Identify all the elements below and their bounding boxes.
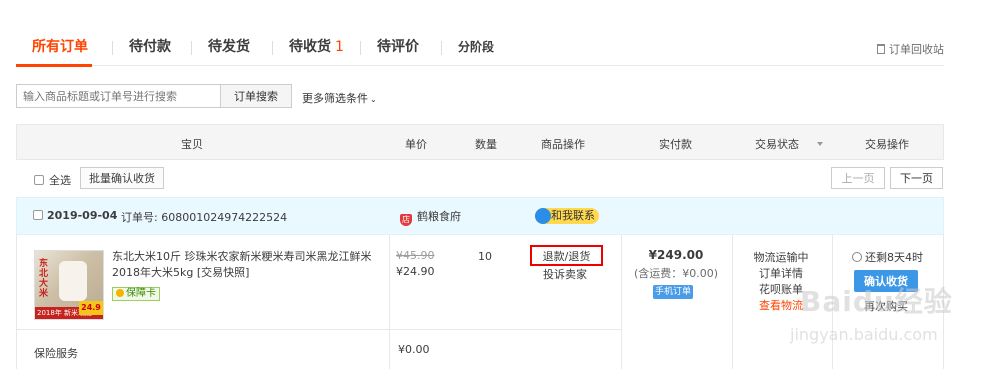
order-tabs: 所有订单 待付款 待发货 待收货 1 待评价 分阶段 — [16, 32, 944, 66]
column-unit-price: 单价 — [405, 138, 427, 151]
prev-page-button[interactable]: 上一页 — [831, 167, 885, 189]
refund-return-link[interactable]: 退款/退货 — [530, 245, 603, 266]
order-checkbox-date[interactable]: 2019-09-04 — [33, 209, 117, 222]
quantity: 10 — [478, 250, 492, 263]
batch-confirm-receipt-button[interactable]: 批量确认收货 — [80, 167, 164, 189]
trash-icon — [877, 44, 885, 54]
tab-separator — [441, 41, 442, 55]
remaining-time-label: 还剩8天4时 — [865, 251, 923, 264]
tab-staged[interactable]: 分阶段 — [458, 38, 494, 55]
order-table-header: 宝贝 单价 数量 商品操作 实付款 交易状态 交易操作 — [16, 124, 944, 160]
contact-seller-button[interactable]: 和我联系 — [535, 208, 599, 224]
clock-icon — [852, 252, 862, 262]
watermark-url: jingyan.baidu.com — [790, 325, 938, 344]
chevron-down-icon: ⌄ — [370, 95, 377, 104]
column-status[interactable]: 交易状态 — [755, 136, 823, 152]
chat-icon — [535, 208, 551, 224]
column-paid-amount: 实付款 — [659, 138, 692, 151]
tab-separator — [191, 41, 192, 55]
order-number: 订单号: 608001024974222524 — [121, 211, 288, 224]
product-thumbnail[interactable]: 东北大米 2018年 新米现磨 24.9 — [34, 250, 104, 320]
tab-separator — [360, 41, 361, 55]
shipping-fee: (含运费：¥0.00) — [633, 267, 719, 280]
more-filters-label: 更多筛选条件 — [302, 92, 368, 105]
more-filters-dropdown[interactable]: 更多筛选条件 ⌄ — [302, 90, 377, 106]
tab-separator — [112, 41, 113, 55]
active-tab-underline — [16, 64, 92, 67]
order-date: 2019-09-04 — [47, 209, 118, 222]
order-search-button[interactable]: 订单搜索 — [220, 84, 292, 108]
remaining-time: 还剩8天4时 — [852, 249, 923, 265]
guarantee-icon — [116, 289, 124, 297]
order-header: 2019-09-04 订单号: 608001024974222524 店鹤粮食府… — [16, 197, 944, 235]
product-image-text: 东北大米 — [39, 259, 49, 299]
tab-pending-payment[interactable]: 待付款 — [129, 36, 171, 56]
shop-link[interactable]: 店鹤粮食府 — [400, 208, 461, 226]
order-search-input[interactable] — [16, 84, 221, 108]
insurance-price: ¥0.00 — [398, 343, 430, 356]
complain-seller-link[interactable]: 投诉卖家 — [543, 266, 587, 282]
checkbox-icon — [33, 210, 43, 220]
insurance-service-label: 保险服务 — [34, 347, 78, 360]
tab-separator — [272, 41, 273, 55]
column-trade-actions: 交易操作 — [865, 138, 909, 151]
recycle-label: 订单回收站 — [889, 43, 944, 56]
column-item: 宝贝 — [181, 138, 203, 151]
guarantee-card-badge[interactable]: 保障卡 — [112, 287, 160, 301]
tab-pending-receipt[interactable]: 待收货 1 — [289, 36, 344, 56]
guarantee-label: 保障卡 — [126, 288, 156, 299]
select-all-checkbox[interactable]: 全选 — [34, 172, 71, 188]
next-page-button[interactable]: 下一页 — [890, 167, 943, 189]
tab-pending-review[interactable]: 待评价 — [377, 36, 419, 56]
divider — [389, 235, 390, 369]
caret-down-icon — [817, 142, 823, 146]
original-price: ¥45.90 — [396, 249, 435, 262]
contact-label: 和我联系 — [551, 209, 595, 222]
checkbox-icon — [34, 175, 44, 185]
shop-icon: 店 — [400, 214, 412, 226]
order-status: 物流运输中 — [753, 251, 809, 264]
tab-count-badge: 1 — [335, 39, 344, 55]
tab-pending-shipment[interactable]: 待发货 — [208, 36, 250, 56]
tab-all-orders[interactable]: 所有订单 — [32, 36, 88, 56]
order-detail-link[interactable]: 订单详情 — [732, 265, 830, 281]
column-item-actions: 商品操作 — [541, 138, 585, 151]
order-recycle-bin-link[interactable]: 订单回收站 — [877, 41, 944, 57]
mobile-order-badge: 手机订单 — [653, 285, 693, 299]
product-image-price: 24.9 — [79, 301, 103, 315]
rice-bag-shape — [59, 261, 87, 301]
select-all-label: 全选 — [49, 174, 71, 187]
product-title-link[interactable]: 东北大米10斤 珍珠米农家新米粳米寿司米黑龙江鲜米2018年大米5kg [交易快… — [112, 249, 374, 281]
column-status-label: 交易状态 — [755, 138, 799, 151]
divider — [17, 329, 621, 330]
unit-price: ¥24.90 — [396, 265, 435, 278]
baidu-jingyan-watermark: Baidu经验 — [800, 285, 953, 318]
tab-label: 待收货 — [289, 39, 331, 55]
column-quantity: 数量 — [475, 138, 497, 151]
paid-amount: ¥249.00 — [648, 248, 704, 262]
shop-name: 鹤粮食府 — [417, 210, 461, 223]
